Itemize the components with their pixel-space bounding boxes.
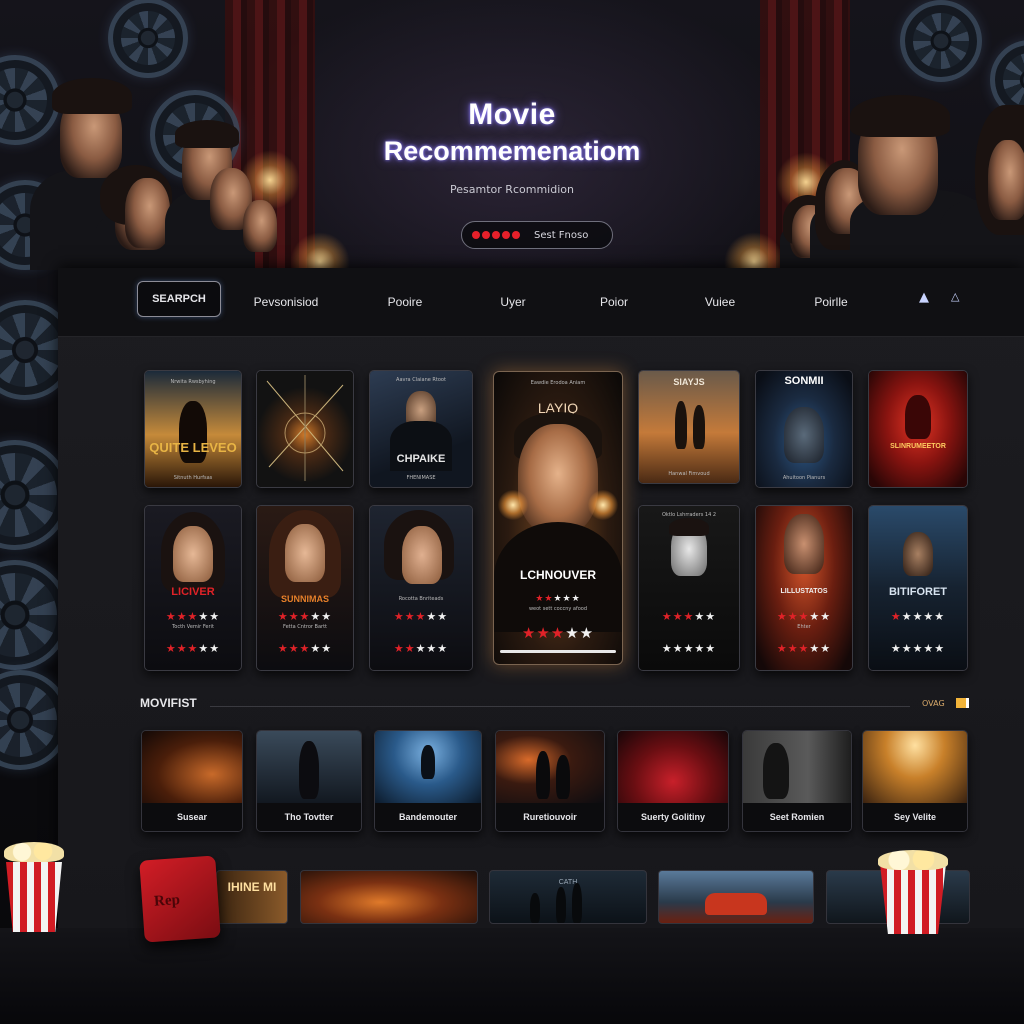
poster-title: LICIVER — [171, 586, 215, 598]
rating-stars: ★★★★★ — [165, 610, 221, 623]
poster-card[interactable]: Oktlo Lshrraders 14 2 ★★★★★ ★★★★★ — [638, 505, 740, 671]
poster-title: QUITE LEVEO — [149, 440, 237, 455]
poster-card[interactable]: SLINRUMEETOR — [868, 370, 968, 488]
popcorn-icon — [4, 842, 64, 932]
poster-card[interactable]: Nrwita Rwsbyhing QUITE LEVEO Sitnuth Hur… — [144, 370, 242, 488]
poster-top-text: Aavra Claiane Rtoot — [396, 377, 446, 383]
movie-card-label: Bandemouter — [375, 803, 481, 831]
rating-stars: ★★★★★ — [277, 642, 333, 655]
hero-search-bar[interactable]: Sest Fnoso — [461, 221, 613, 249]
poster-title: SLINRUMEETOR — [890, 443, 946, 450]
nav-item-poior[interactable]: Poior — [584, 289, 644, 315]
poster-card[interactable]: LICIVER ★★★★★ Tocth Vemir Ferit ★★★★★ — [144, 505, 242, 671]
rating-stars: ★★★★★ — [776, 642, 832, 655]
featured-rating-small: ★★★★★ — [535, 594, 581, 604]
poster-caption: Rocotta Bnriteads — [398, 596, 444, 602]
featured-poster-card[interactable]: Eawdie Erodoa Aniam LAYIQ LCHNOUVER ★★★★… — [493, 371, 623, 665]
tag-icon[interactable]: ▲ — [919, 290, 929, 305]
floor — [0, 928, 1024, 1024]
poster-title: SUNNIMAS — [280, 594, 329, 604]
movie-thumbnail[interactable]: IHINE MI — [216, 870, 288, 924]
featured-small-text: weot sett coccny afood — [528, 606, 588, 612]
movie-thumbnail-title: IHINE MI — [227, 880, 277, 894]
poster-caption: Ehter — [797, 624, 811, 630]
poster-bottom-text: Hanwal Fimvoud — [668, 471, 710, 477]
poster-bottom-text: Sitnuth Hurfsas — [173, 475, 213, 481]
rating-stars: ★★★★★ — [890, 610, 946, 623]
ticket-text: Rep — [153, 892, 181, 910]
hero-search-text: Sest Fnoso — [534, 229, 589, 241]
user-icon[interactable]: △ — [951, 290, 959, 303]
film-reel-icon — [108, 0, 188, 78]
movie-card[interactable]: Bandemouter — [374, 730, 482, 832]
poster-card[interactable]: LILLUSTATOS ★★★★★ Ehter ★★★★★ — [755, 505, 853, 671]
movie-card[interactable]: Suerty Golitiny — [617, 730, 729, 832]
ticket-box: Rep — [139, 855, 221, 943]
rating-dots-icon — [472, 231, 520, 239]
poster-top-text: Nrwita Rwsbyhing — [170, 379, 216, 385]
section-more-link[interactable]: OVAG — [922, 699, 945, 708]
movie-card-label: Seet Romien — [743, 803, 851, 831]
section-divider — [210, 706, 910, 707]
rating-stars: ★★★★★ — [393, 610, 449, 623]
poster-caption: Fetta Cntror Bartt — [283, 624, 327, 630]
poster-bottom-text: Ahuitoon Pianurs — [782, 475, 826, 481]
featured-progress-bar — [500, 650, 616, 653]
movie-card[interactable]: Sey Velite — [862, 730, 968, 832]
poster-title: SONMII — [784, 375, 824, 387]
rating-stars: ★★★★★ — [890, 642, 946, 655]
popcorn-icon — [878, 850, 948, 934]
film-reel-icon — [900, 0, 982, 82]
rating-stars: ★★★★★ — [165, 642, 221, 655]
hero-title-line2: Recommemenatiom — [383, 136, 641, 166]
movie-card-label: Susear — [142, 803, 242, 831]
hero-subtitle: Pesamtor Rcommidion — [450, 183, 574, 196]
poster-card[interactable]: SIAYJS Hanwal Fimvoud — [638, 370, 740, 484]
rating-stars: ★★★★★ — [277, 610, 333, 623]
rating-stars: ★★★★★ — [661, 642, 717, 655]
poster-title: SIAYJS — [673, 377, 705, 387]
poster-caption: Tocth Vemir Ferit — [172, 624, 214, 630]
movie-card-label: Ruretiouvoir — [496, 803, 604, 831]
movie-thumbnail[interactable] — [658, 870, 814, 924]
movie-card[interactable]: Tho Tovtter — [256, 730, 362, 832]
hero-title-line1: Movie — [468, 98, 556, 131]
nav-item-personalized[interactable]: Pevsonisiod — [236, 289, 336, 315]
rating-stars: ★★★★★ — [776, 610, 832, 623]
movie-card[interactable]: Seet Romien — [742, 730, 852, 832]
nav-item-popular[interactable]: Pooire — [370, 289, 440, 315]
movie-card[interactable]: Susear — [141, 730, 243, 832]
section-label: MOVIFIST — [140, 696, 197, 710]
nav-item-profile[interactable]: Poirlle — [796, 289, 866, 315]
nav-item-vuiee[interactable]: Vuiee — [690, 289, 750, 315]
movie-thumbnail[interactable]: CATH — [489, 870, 647, 924]
geometric-lines-icon — [266, 375, 344, 481]
featured-rating-large: ★★★★★ — [521, 624, 595, 642]
poster-card[interactable] — [256, 370, 354, 488]
movie-thumbnail-title: CATH — [558, 879, 578, 886]
nav-item-user[interactable]: Uyer — [483, 289, 543, 315]
movie-card[interactable]: Ruretiouvoir — [495, 730, 605, 832]
featured-subtitle: LCHNOUVER — [519, 568, 596, 582]
poster-bottom-text: FHENIMASE — [406, 475, 436, 481]
poster-card[interactable]: SONMII Ahuitoon Pianurs — [755, 370, 853, 488]
featured-top-text: Eawdie Erodoa Aniam — [530, 380, 586, 386]
section-badge-icon — [956, 698, 969, 708]
actor-portrait — [518, 424, 598, 534]
movie-card-label: Sey Velite — [863, 803, 967, 831]
nav-search-button[interactable]: SEARPCH — [137, 281, 221, 317]
poster-title: CHPAIKE — [396, 453, 446, 465]
poster-title: LILLUSTATOS — [780, 588, 828, 595]
movie-card-label: Suerty Golitiny — [618, 803, 728, 831]
rating-stars: ★★★★★ — [393, 642, 449, 655]
poster-card[interactable]: SUNNIMAS ★★★★★ Fetta Cntror Bartt ★★★★★ — [256, 505, 354, 671]
movie-thumbnail[interactable] — [300, 870, 478, 924]
poster-card[interactable]: Aavra Claiane Rtoot CHPAIKE FHENIMASE — [369, 370, 473, 488]
poster-title: BITIFORET — [888, 586, 948, 598]
poster-card[interactable]: ★★★★★ Rocotta Bnriteads ★★★★★ — [369, 505, 473, 671]
rating-stars: ★★★★★ — [661, 610, 717, 623]
poster-card[interactable]: BITIFORET ★★★★★ ★★★★★ — [868, 505, 968, 671]
movie-card-label: Tho Tovtter — [257, 803, 361, 831]
